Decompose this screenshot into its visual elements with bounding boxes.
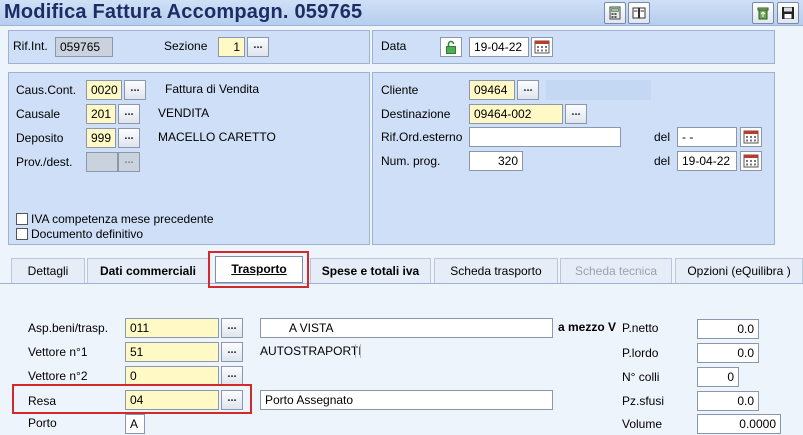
calendar-icon — [534, 40, 550, 54]
deposito-field[interactable]: 999 — [86, 128, 116, 148]
destinazione-label: Destinazione — [381, 107, 451, 121]
asp-beni-field[interactable]: 011 — [125, 318, 219, 338]
prov-dest-label: Prov./dest. — [16, 155, 73, 169]
tab-scheda-trasporto[interactable]: Scheda trasporto — [434, 258, 558, 283]
cliente-label: Cliente — [381, 83, 419, 97]
num-prog-label: Num. prog. — [381, 154, 441, 168]
split-view-button[interactable] — [628, 2, 650, 24]
asp-beni-description: A VISTA — [260, 318, 553, 338]
tab-scheda-tecnica: Scheda tecnica — [560, 258, 672, 283]
deposito-label: Deposito — [16, 131, 64, 145]
header-right-panel — [372, 30, 775, 64]
causale-label: Causale — [16, 107, 61, 121]
data-field[interactable]: 19-04-22 — [469, 37, 529, 57]
vettore1-lookup-button[interactable]: ... — [221, 342, 243, 362]
tab-strip-border — [0, 283, 803, 284]
rif-ord-date-field[interactable]: - - — [677, 127, 737, 147]
asp-beni-lookup-button[interactable]: ... — [221, 318, 243, 338]
resa-description: Porto Assegnato — [260, 390, 553, 410]
split-view-icon — [632, 7, 646, 19]
cliente-name-strip — [546, 80, 651, 100]
rif-int-label: Rif.Int. — [13, 39, 48, 53]
sezione-lookup-button[interactable]: ... — [247, 37, 269, 57]
del-label-1: del — [654, 130, 671, 144]
calculator-button[interactable] — [604, 2, 626, 24]
cliente-lookup-button[interactable]: ... — [517, 80, 539, 100]
tab-opzioni-equilibra[interactable]: Opzioni (eQuilibra ) — [675, 258, 803, 283]
tab-trasporto-highlight — [208, 251, 309, 288]
window-title: Modifica Fattura Accompagn. 059765 — [4, 1, 363, 23]
peso-netto-label: P.netto — [622, 321, 659, 335]
volume-field[interactable]: 0.0000 — [697, 414, 781, 434]
destinazione-lookup-button[interactable]: ... — [565, 104, 587, 124]
save-icon — [782, 7, 794, 19]
destinazione-field[interactable]: 09464-002 — [469, 104, 563, 124]
num-prog-calendar-button[interactable] — [740, 151, 762, 171]
documento-definitivo-label: Documento definitivo — [31, 227, 144, 241]
numero-colli-field[interactable]: 0 — [697, 367, 739, 387]
pezzi-sfusi-field[interactable]: 0.0 — [697, 391, 759, 411]
save-button[interactable] — [777, 2, 799, 24]
iva-competenza-checkbox[interactable] — [16, 213, 28, 225]
asp-beni-label: Asp.beni/trasp. — [28, 321, 109, 335]
porto-label: Porto — [28, 416, 57, 430]
del-label-2: del — [654, 154, 671, 168]
volume-label: Volume — [622, 417, 663, 431]
cliente-field[interactable]: 09464 — [469, 80, 515, 100]
deposito-description: MACELLO CARETTO — [158, 130, 276, 144]
peso-netto-field[interactable]: 0.0 — [697, 319, 759, 339]
peso-lordo-label: P.lordo — [622, 346, 659, 360]
vettore1-description: AUTOSTRAPORTI — [260, 344, 362, 358]
caus-cont-field[interactable]: 0020 — [86, 80, 122, 100]
rif-ord-calendar-button[interactable] — [740, 127, 762, 147]
prov-dest-lookup-button: ... — [118, 152, 140, 172]
calculator-icon — [609, 6, 621, 20]
resa-highlight — [12, 384, 252, 414]
causale-field[interactable]: 201 — [86, 104, 116, 124]
vettore1-label: Vettore n°1 — [28, 345, 88, 359]
pezzi-sfusi-label: Pz.sfusi — [622, 394, 665, 408]
documento-definitivo-checkbox[interactable] — [16, 228, 28, 240]
rif-ord-esterno-label: Rif.Ord.esterno — [381, 130, 463, 144]
rif-int-field: 059765 — [55, 37, 113, 57]
vettore2-field[interactable]: 0 — [125, 366, 219, 386]
prov-dest-field — [86, 152, 118, 172]
recycle-bin-icon — [757, 7, 769, 20]
porto-field[interactable]: A — [125, 414, 145, 434]
num-prog-date-field[interactable]: 19-04-22 — [677, 151, 737, 171]
causale-lookup-button[interactable]: ... — [118, 104, 140, 124]
deposito-lookup-button[interactable]: ... — [118, 128, 140, 148]
peso-lordo-field[interactable]: 0.0 — [697, 343, 759, 363]
vettore2-label: Vettore n°2 — [28, 369, 88, 383]
vettore2-lookup-button[interactable]: ... — [221, 366, 243, 386]
calendar-icon — [743, 154, 759, 168]
numero-colli-label: N° colli — [622, 370, 660, 384]
recycle-bin-button[interactable] — [752, 2, 774, 24]
iva-competenza-label: IVA competenza mese precedente — [31, 212, 214, 226]
caus-cont-label: Caus.Cont. — [16, 83, 77, 97]
tab-dati-commerciali[interactable]: Dati commerciali — [87, 258, 209, 283]
sezione-label: Sezione — [164, 39, 208, 53]
caus-cont-lookup-button[interactable]: ... — [124, 80, 146, 100]
tab-spese-totali-iva[interactable]: Spese e totali iva — [310, 258, 431, 283]
sezione-field[interactable]: 1 — [218, 37, 245, 57]
rif-ord-esterno-field[interactable] — [469, 127, 621, 147]
lock-button[interactable] — [440, 37, 462, 57]
tab-dettagli[interactable]: Dettagli — [11, 258, 85, 283]
data-label: Data — [381, 39, 407, 53]
data-calendar-button[interactable] — [531, 37, 553, 57]
num-prog-field[interactable]: 320 — [469, 151, 523, 171]
a-mezzo-label: a mezzo V — [558, 320, 617, 334]
vettore1-field[interactable]: 51 — [125, 342, 219, 362]
causale-description: VENDITA — [158, 106, 210, 120]
calendar-icon — [743, 130, 759, 144]
vettore1-separator — [355, 344, 361, 358]
unlock-icon — [446, 40, 456, 54]
caus-cont-description: Fattura di Vendita — [165, 82, 260, 96]
